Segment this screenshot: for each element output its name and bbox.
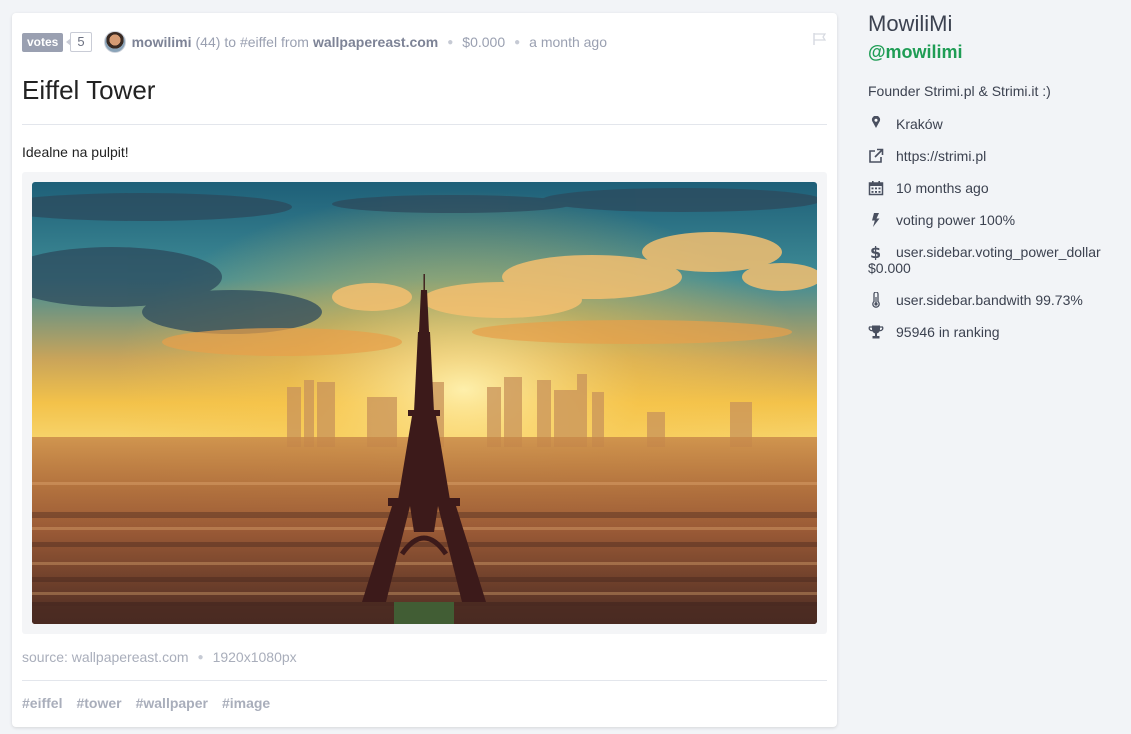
voting-power-dollar-text: user.sidebar.voting_power_dollar $0.000 — [868, 244, 1101, 276]
image-frame — [22, 172, 827, 634]
post-image[interactable] — [32, 182, 817, 624]
calendar-icon — [868, 181, 884, 196]
user-info-list: Kraków https://strimi.pl 10 months ago v… — [868, 116, 1118, 340]
post-card: votes 5 mowilimi (44) to #eiffel from wa… — [12, 13, 837, 727]
info-joined: 10 months ago — [868, 180, 1118, 196]
info-voting-power: voting power 100% — [868, 212, 1118, 228]
dollar-icon: $ — [870, 244, 881, 260]
image-resolution: 1920x1080px — [212, 649, 297, 665]
avatar[interactable] — [103, 31, 126, 53]
votes-label[interactable]: votes — [22, 32, 64, 52]
location-text: Kraków — [896, 116, 943, 132]
svg-text:$: $ — [870, 244, 881, 260]
tag-link[interactable]: #eiffel — [22, 695, 62, 711]
bandwidth-text: user.sidebar.bandwith 99.73% — [896, 292, 1083, 308]
user-bio: Founder Strimi.pl & Strimi.it :) — [868, 83, 1051, 99]
thermometer-icon — [872, 292, 880, 308]
separator-dot: ● — [447, 36, 454, 48]
joined-text: 10 months ago — [896, 180, 989, 196]
flag-icon[interactable] — [813, 33, 827, 45]
user-display-name: MowiliMi — [868, 11, 953, 36]
tag-link[interactable]: #tower — [76, 695, 121, 711]
info-voting-power-dollar: $ user.sidebar.voting_power_dollar $0.00… — [868, 244, 1118, 276]
ranking-text: 95946 in ranking — [896, 324, 1000, 340]
tag-link[interactable]: #wallpaper — [136, 695, 208, 711]
post-body: Idealne na pulpit! — [22, 144, 129, 160]
tags-divider — [22, 680, 827, 681]
post-title[interactable]: Eiffel Tower — [22, 73, 155, 107]
user-sidebar: MowiliMi @mowilimi Founder Strimi.pl & S… — [868, 10, 1118, 356]
external-link-icon — [869, 148, 884, 163]
post-meta: votes 5 mowilimi (44) to #eiffel from wa… — [22, 30, 607, 54]
payout-value[interactable]: $0.000 — [462, 34, 505, 50]
voting-power-text: voting power 100% — [896, 212, 1016, 228]
info-location: Kraków — [868, 116, 1118, 132]
post-time[interactable]: a month ago — [529, 34, 607, 50]
user-handle[interactable]: @mowilimi — [868, 40, 1118, 64]
domain-link[interactable]: wallpapereast.com — [313, 34, 438, 50]
tag-link[interactable]: #image — [222, 695, 270, 711]
tags-row: #eiffel #tower #wallpaper #image — [22, 695, 284, 711]
votes-count[interactable]: 5 — [66, 32, 92, 52]
trophy-icon — [868, 325, 884, 339]
bolt-icon — [872, 213, 880, 227]
separator-dot: ● — [197, 651, 204, 663]
info-ranking: 95946 in ranking — [868, 324, 1118, 340]
source-row: source: wallpapereast.com ● 1920x1080px — [22, 649, 297, 665]
author-reputation: (44) — [195, 34, 221, 50]
website-link[interactable]: https://strimi.pl — [896, 148, 986, 164]
title-divider — [22, 124, 827, 125]
info-bandwidth: user.sidebar.bandwith 99.73% — [868, 292, 1118, 308]
channel-text[interactable]: to #eiffel from — [224, 34, 309, 50]
map-marker-icon — [871, 116, 881, 128]
info-website: https://strimi.pl — [868, 148, 1118, 164]
separator-dot: ● — [514, 36, 521, 48]
source-link[interactable]: source: wallpapereast.com — [22, 649, 189, 665]
author-link[interactable]: mowilimi — [132, 34, 192, 50]
